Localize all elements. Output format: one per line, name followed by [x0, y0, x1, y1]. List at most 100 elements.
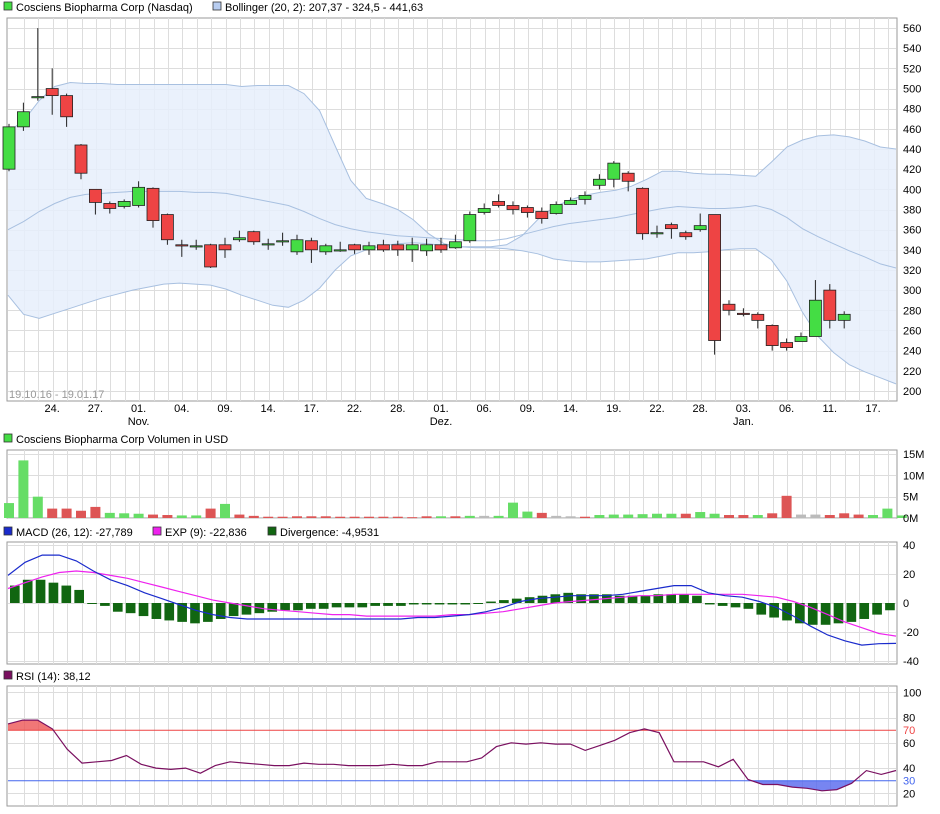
candle-body [463, 214, 477, 242]
y-tick-label: 30 [903, 776, 915, 788]
volume-bar [623, 514, 634, 518]
candle [636, 187, 649, 240]
volume-bar [248, 515, 259, 518]
candle-body [362, 245, 376, 251]
y-tick-label: 480 [903, 104, 921, 116]
volume-bar [724, 515, 734, 518]
divergence-bar [48, 582, 59, 603]
volume-bar [90, 506, 101, 518]
candle-body [45, 88, 59, 97]
divergence-bar [486, 601, 496, 603]
x-tick-label: 28. [693, 403, 708, 415]
candle-body [204, 244, 218, 268]
candle-body [665, 224, 678, 230]
volume-bar [378, 516, 389, 518]
divergence-bar [679, 594, 689, 603]
volume-bar [407, 517, 418, 519]
volume-bar [767, 513, 778, 518]
candle-body [31, 96, 45, 99]
x-tick-label: 27. [88, 403, 103, 415]
volume-bar [32, 496, 43, 518]
candle-body [593, 178, 606, 186]
rsi-legend-label: RSI (14): 38,12 [16, 671, 91, 683]
candle [160, 213, 174, 245]
y-tick-label: 100 [903, 687, 921, 699]
volume-title: Cosciens Biopharma Corp Volumen in USD [16, 434, 228, 446]
candle [463, 211, 477, 243]
volume-bar [479, 515, 490, 518]
candle-body [276, 240, 290, 243]
volume-bar [61, 508, 72, 518]
volume-bar [349, 516, 360, 518]
volume-bar [709, 513, 720, 518]
y-tick-label: 40 [903, 763, 915, 775]
volume-bar [508, 502, 518, 518]
volume-bar [666, 513, 677, 518]
candle-body [751, 313, 765, 321]
volume-bar [868, 515, 878, 518]
volume-bar [551, 515, 562, 518]
y-tick-label: 360 [903, 225, 921, 237]
volume-bar [450, 516, 461, 518]
y-tick-label: 5M [903, 492, 918, 504]
volume-bar [277, 516, 288, 518]
candle-body [794, 336, 808, 342]
candle-body [132, 186, 146, 206]
volume-bar [4, 503, 14, 518]
candle-body [391, 244, 405, 251]
volume-bar [133, 513, 144, 518]
candle-body [405, 244, 419, 251]
candle-body [607, 162, 621, 180]
divergence-bar [138, 603, 149, 617]
volume-bar [162, 515, 173, 518]
volume-bar [464, 515, 475, 518]
y-tick-label: 420 [903, 164, 921, 176]
x-tick-label: 17. [865, 403, 880, 415]
candle-body [837, 313, 851, 321]
x-tick-label: 04. [174, 403, 189, 415]
candle-body [708, 214, 721, 341]
divergence-bar [151, 603, 162, 619]
divergence-bar [730, 603, 741, 608]
signal-legend-label: EXP (9): -22,836 [165, 527, 247, 539]
divergence-bar [550, 594, 561, 603]
candle-body [535, 211, 549, 219]
bollinger-legend-label: Bollinger (20, 2): 207,37 - 324,5 - 441,… [225, 2, 423, 14]
candle-body [564, 200, 577, 205]
volume-bar [292, 516, 302, 518]
candle-body [376, 244, 390, 251]
y-tick-label: 15M [903, 449, 924, 461]
x-tick-label: 17. [304, 403, 319, 415]
y-tick-label: 440 [903, 144, 921, 156]
candle-body [304, 240, 318, 251]
candle-body [160, 214, 174, 241]
candle-body [60, 95, 73, 118]
macd-legend-label: MACD (26, 12): -27,789 [16, 527, 133, 539]
divergence-bar [112, 603, 123, 612]
volume-bar [522, 511, 533, 518]
candle-body [175, 244, 189, 247]
volume-panel: Cosciens Biopharma Corp Volumen in USD 0… [3, 433, 924, 525]
divergence-bar [885, 603, 895, 611]
y-tick-label: 340 [903, 245, 921, 257]
divergence-bar [357, 603, 368, 608]
price-legend-label: Cosciens Biopharma Corp (Nasdaq) [16, 2, 193, 14]
y-tick-label: 520 [903, 63, 921, 75]
divergence-bar [331, 603, 342, 608]
divergence-bar [460, 603, 471, 605]
y-tick-label: 380 [903, 205, 921, 217]
divergence-legend-label: Divergence: -4,9531 [280, 527, 379, 539]
volume-bar [176, 515, 187, 518]
y-tick-label: 70 [903, 725, 915, 737]
divergence-bar [473, 603, 483, 604]
candle-body [290, 239, 304, 253]
divergence-bar [846, 603, 857, 622]
volume-bar [810, 514, 821, 518]
x-tick-label: 06. [779, 403, 794, 415]
volume-bar [824, 515, 835, 518]
y-tick-label: 240 [903, 346, 921, 358]
candle-body [809, 299, 822, 337]
volume-bar [608, 514, 619, 518]
volume-bar [320, 516, 331, 518]
volume-bar [119, 513, 130, 518]
